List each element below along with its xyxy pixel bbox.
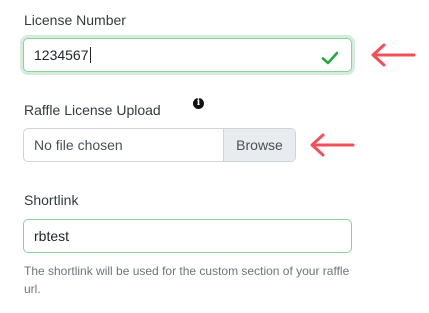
license-number-value: 1234567: [34, 47, 89, 63]
checkmark-icon: [321, 51, 339, 65]
license-number-label: License Number: [24, 12, 126, 28]
info-icon[interactable]: i: [193, 98, 204, 109]
shortlink-value: rbtest: [34, 228, 70, 244]
shortlink-help-text: The shortlink will be used for the custo…: [24, 264, 350, 296]
shortlink-field[interactable]: rbtest: [23, 219, 352, 253]
license-number-field[interactable]: 1234567: [23, 38, 352, 72]
file-status-text: No file chosen: [34, 137, 123, 153]
raffle-license-file-input[interactable]: No file chosen Browse: [23, 128, 296, 162]
browse-button[interactable]: Browse: [223, 129, 295, 161]
shortlink-label: Shortlink: [24, 192, 79, 208]
raffle-license-upload-label: Raffle License Upload: [24, 102, 161, 118]
text-caret: [89, 47, 91, 63]
left-arrow-icon: [310, 133, 355, 157]
left-arrow-icon: [371, 43, 416, 67]
